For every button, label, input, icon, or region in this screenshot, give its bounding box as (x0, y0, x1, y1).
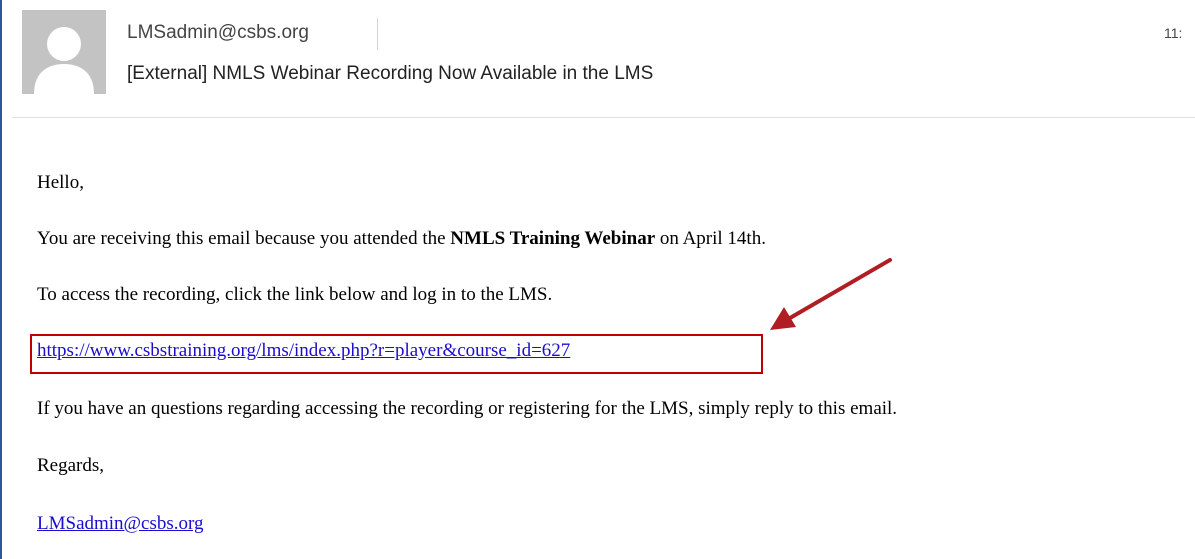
receiving-text-start: You are receiving this email because you… (37, 228, 446, 249)
greeting-text: Hello, (37, 172, 84, 193)
questions-paragraph: If you have an questions regarding acces… (37, 398, 898, 419)
regards-text: Regards, (37, 455, 105, 476)
link-highlight-box (30, 334, 763, 374)
receiving-paragraph: You are receiving this email because you… (37, 228, 766, 250)
header-separator (12, 117, 1195, 118)
sender-avatar (22, 10, 106, 94)
red-arrow-icon (770, 258, 892, 330)
received-time: 11: (1164, 25, 1183, 41)
sender-address[interactable]: LMSadmin@csbs.org (127, 22, 309, 44)
webinar-name: NMLS Training Webinar (450, 228, 656, 249)
default-person-icon (22, 10, 106, 94)
message-header: LMSadmin@csbs.org 11: [External] NMLS We… (0, 0, 1195, 118)
message-subject: [External] NMLS Webinar Recording Now Av… (127, 63, 654, 84)
signature-email-link[interactable]: LMSadmin@csbs.org (37, 513, 204, 534)
access-instructions: To access the recording, click the link … (37, 284, 553, 305)
receiving-text-end: on April 14th. (659, 228, 766, 249)
signature-paragraph: LMSadmin@csbs.org (37, 513, 204, 535)
header-divider (377, 18, 378, 50)
